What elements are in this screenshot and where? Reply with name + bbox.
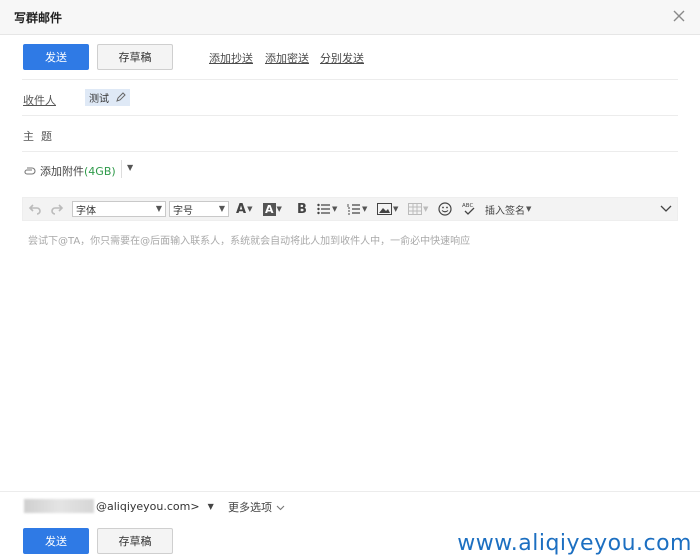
bullet-list-icon[interactable]: ▼ [317,201,337,217]
highlight-icon[interactable]: A ▼ [263,201,282,217]
add-bcc-link[interactable]: 添加密送 [265,50,309,66]
chevron-down-icon: ▼ [218,204,225,213]
sender-select[interactable]: @aliqiyeyou.com> ▼ [24,499,214,513]
svg-text:ABC: ABC [462,203,473,209]
divider [22,151,678,152]
image-icon[interactable]: ▼ [377,201,398,217]
divider [22,79,678,80]
add-attachment-label: 添加附件 [40,165,84,178]
add-attachment-button[interactable]: 添加附件 (4GB) [23,163,116,179]
recipient-chip-label: 测试 [89,94,109,105]
font-size-select[interactable]: 字号 ▼ [169,201,229,217]
spellcheck-icon[interactable]: ABC [461,201,477,217]
save-draft-button-bottom[interactable]: 存草稿 [97,528,173,554]
font-size-value: 字号 [173,205,193,217]
dialog-title: 写群邮件 [14,11,63,25]
more-options-label: 更多选项 [228,501,272,514]
recipients-label[interactable]: 收件人 [23,92,56,108]
insert-signature-button[interactable]: 插入签名 ▼ [485,201,531,217]
chevron-down-icon[interactable]: ▼ [208,502,214,511]
editor-placeholder[interactable]: 尝试下@TA，你只需要在@后面输入联系人，系统就会自动将此人加到收件人中，一俞必… [28,232,470,247]
font-family-select[interactable]: 字体 ▼ [72,201,166,217]
undo-icon[interactable] [28,201,42,217]
sender-address: @aliqiyeyou.com> [96,499,200,513]
bold-icon[interactable]: B [297,201,307,217]
attachment-size-limit: (4GB) [84,164,116,178]
subject-label: 主 题 [23,130,52,143]
edit-pencil-icon[interactable] [115,92,126,103]
send-button-bottom[interactable]: 发送 [23,528,89,554]
attachment-options-caret-icon[interactable]: ▼ [127,163,133,172]
insert-signature-label: 插入签名 [485,205,525,217]
redacted-sender-name [24,499,94,513]
font-color-icon[interactable]: A ▼ [236,201,252,217]
add-cc-link[interactable]: 添加抄送 [209,50,253,66]
divider [121,160,122,178]
chevron-down-icon: ▼ [155,204,162,213]
subject-input[interactable] [85,124,679,146]
dialog-titlebar: 写群邮件 [0,0,700,35]
close-icon[interactable] [668,5,690,27]
save-draft-button-top[interactable]: 存草稿 [97,44,173,70]
send-separately-link[interactable]: 分别发送 [320,50,364,66]
numbered-list-icon[interactable]: ▼ [347,201,367,217]
send-button-top[interactable]: 发送 [23,44,89,70]
emoji-icon[interactable] [438,201,452,217]
collapse-chevron-icon[interactable] [660,201,672,217]
chevron-down-icon [276,505,285,510]
table-icon[interactable]: ▼ [408,201,428,217]
divider [0,491,700,492]
more-options-button[interactable]: 更多选项 [228,499,285,515]
watermark-text: www.aliqiyeyou.com [457,531,692,556]
paperclip-icon [24,167,36,175]
recipient-chip[interactable]: 测试 [85,89,130,106]
divider [22,115,678,116]
redo-icon[interactable] [50,201,64,217]
editor-toolbar: 字体 ▼ 字号 ▼ A ▼ A ▼ B ▼ ▼ ▼ ▼ ABC 插入签名 ▼ [22,197,678,221]
font-family-value: 字体 [76,205,96,217]
